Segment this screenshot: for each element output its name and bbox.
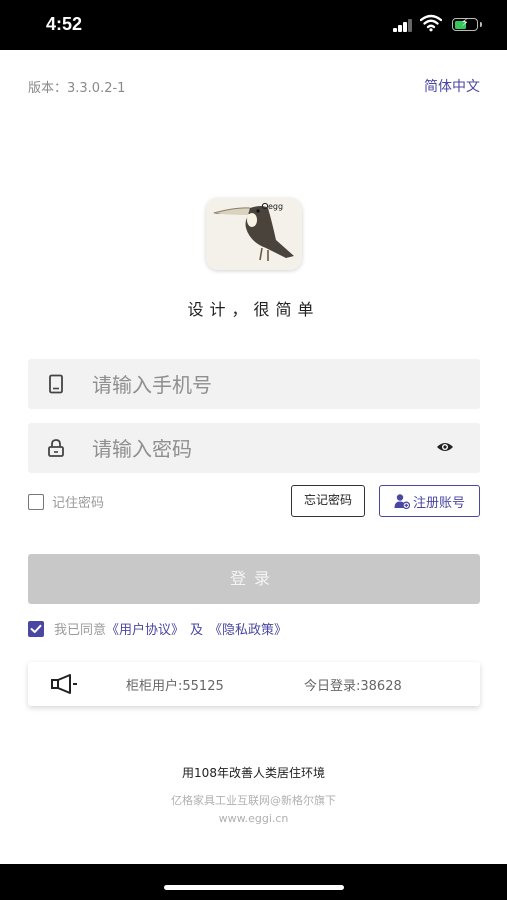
login-button[interactable]: 登录 [28,554,480,604]
slogan: 设计，很简单 [187,300,320,319]
home-bar [0,864,507,900]
toucan-logo-icon: egg [206,198,302,270]
app-version: 版本：3.3.0.2-1 [28,81,126,96]
status-bar: 4:52 ⚡ [0,0,507,50]
add-user-icon [394,494,410,509]
footer-tagline: 用108年改善人类居住环境 [182,766,325,780]
status-time: 4:52 [46,14,83,34]
svg-text:egg: egg [268,202,283,211]
password-input[interactable] [90,423,424,475]
agreement-and: 及 [190,623,204,638]
agreement-row: 我已同意 《用户协议》 及 《隐私政策》 [28,619,287,638]
megaphone-icon [51,674,77,694]
battery-charging-icon: ⚡ [452,16,482,31]
phone-input[interactable] [90,359,424,411]
remember-password[interactable]: 记住密码 [28,492,104,511]
wifi-icon [420,14,442,32]
today-logins: 今日登录:38628 [304,679,402,694]
app-logo: egg [206,198,302,270]
password-field[interactable] [28,423,480,475]
login-screen: 版本：3.3.0.2-1 简体中文 egg 设计，很简单 请输入手机号 记住密码… [0,50,507,864]
agreement-checkbox[interactable] [28,620,44,637]
footer-company: 亿格家具工业互联网@新格尔旗下 [171,794,336,807]
forgot-password-button[interactable]: 忘记密码 [291,485,365,517]
home-indicator[interactable] [164,885,344,890]
phone-icon [49,374,63,394]
register-button[interactable]: 注册账号 [379,485,480,517]
register-label: 注册账号 [412,495,465,511]
privacy-policy-link[interactable]: 《隐私政策》 [209,619,287,638]
phone-field[interactable] [28,359,480,411]
eye-icon[interactable] [436,440,454,454]
language-selector[interactable]: 简体中文 [424,76,480,96]
remember-checkbox[interactable] [28,493,44,510]
total-users: 柜柜用户:55125 [126,679,224,694]
cellular-signal-icon [393,18,415,32]
remember-label: 记住密码 [52,496,105,511]
lock-icon [48,439,64,457]
user-agreement-link[interactable]: 《用户协议》 [106,619,184,638]
checkmark-icon [30,624,42,633]
footer-website[interactable]: www.eggi.cn [0,812,507,825]
stats-card: 柜柜用户:55125 今日登录:38628 [28,662,480,706]
agreement-prefix: 我已同意 [54,623,107,638]
